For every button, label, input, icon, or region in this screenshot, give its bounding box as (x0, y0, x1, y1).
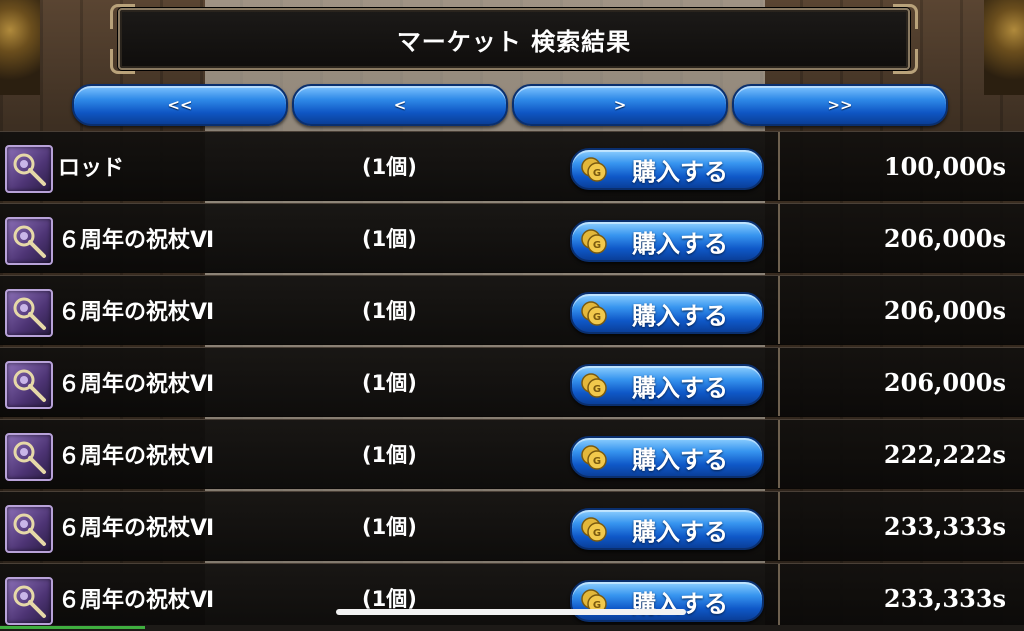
item-price: 206,000s (883, 223, 1006, 253)
list-item: ６周年の祝杖Ⅵ (1個) G 購入する 233,333s (0, 491, 1024, 561)
staff-icon[interactable] (5, 361, 53, 409)
right-ornament (984, 0, 1024, 95)
coin-icon: G (580, 515, 608, 543)
svg-text:G: G (593, 528, 601, 539)
buy-button[interactable]: G 購入する (570, 364, 764, 406)
left-ornament (0, 0, 40, 95)
item-name: ６周年の祝杖Ⅵ (58, 444, 215, 469)
item-quantity: (1個) (362, 371, 417, 395)
item-cell: ６周年の祝杖Ⅵ (1個) G 購入する (0, 204, 779, 272)
item-name: ６周年の祝杖Ⅵ (58, 588, 215, 613)
staff-icon[interactable] (5, 289, 53, 337)
buy-button-label: 購入する (632, 445, 728, 474)
staff-icon[interactable] (5, 217, 53, 265)
coin-icon: G (580, 443, 608, 471)
svg-text:G: G (593, 312, 601, 323)
item-quantity: (1個) (362, 515, 417, 539)
staff-icon[interactable] (5, 433, 53, 481)
price-cell: 233,333s (778, 564, 1024, 631)
coin-icon: G (580, 155, 608, 183)
buy-button[interactable]: G 購入する (570, 220, 764, 262)
item-cell: ６周年の祝杖Ⅵ (1個) G 購入する (0, 276, 779, 344)
item-name: ６周年の祝杖Ⅵ (58, 516, 215, 541)
item-name: ６周年の祝杖Ⅵ (58, 372, 215, 397)
market-results-list: ロッド (1個) G 購入する 100,000s ６周年の祝杖Ⅵ (1個) G … (0, 131, 1024, 631)
item-quantity: (1個) (362, 227, 417, 251)
price-cell: 206,000s (778, 348, 1024, 416)
price-cell: 100,000s (778, 132, 1024, 200)
buy-button-label: 購入する (632, 373, 728, 402)
corner-ornament (110, 49, 135, 74)
list-item: ロッド (1個) G 購入する 100,000s (0, 131, 1024, 201)
item-quantity: (1個) (362, 155, 417, 179)
buy-button[interactable]: G 購入する (570, 292, 764, 334)
item-name: ロッド (58, 156, 125, 181)
title-bar: マーケット 検索結果 (110, 4, 918, 74)
page-title: マーケット 検索結果 (396, 27, 632, 56)
first-page-button[interactable]: << (72, 84, 288, 126)
bottom-bar (0, 625, 1024, 631)
staff-icon[interactable] (5, 505, 53, 553)
item-price: 233,333s (883, 583, 1006, 613)
svg-text:G: G (593, 240, 601, 251)
svg-text:G: G (593, 168, 601, 179)
list-item: ６周年の祝杖Ⅵ (1個) G 購入する 206,000s (0, 275, 1024, 345)
list-item: ６周年の祝杖Ⅵ (1個) G 購入する 206,000s (0, 203, 1024, 273)
item-price: 233,333s (883, 511, 1006, 541)
staff-icon[interactable] (5, 577, 53, 625)
staff-icon[interactable] (5, 145, 53, 193)
list-item: ６周年の祝杖Ⅵ (1個) G 購入する 206,000s (0, 347, 1024, 417)
buy-button[interactable]: G 購入する (570, 580, 764, 622)
progress-strip (0, 626, 145, 629)
item-price: 206,000s (883, 295, 1006, 325)
item-price: 206,000s (883, 367, 1006, 397)
list-item: ６周年の祝杖Ⅵ (1個) G 購入する 233,333s (0, 563, 1024, 631)
price-cell: 206,000s (778, 276, 1024, 344)
buy-button[interactable]: G 購入する (570, 508, 764, 550)
item-quantity: (1個) (362, 443, 417, 467)
price-cell: 233,333s (778, 492, 1024, 560)
corner-ornament (893, 49, 918, 74)
svg-text:G: G (593, 384, 601, 395)
buy-button-label: 購入する (632, 301, 728, 330)
list-item: ６周年の祝杖Ⅵ (1個) G 購入する 222,222s (0, 419, 1024, 489)
coin-icon: G (580, 227, 608, 255)
buy-button-label: 購入する (632, 229, 728, 258)
item-cell: ロッド (1個) G 購入する (0, 132, 779, 200)
home-indicator[interactable] (336, 609, 686, 615)
item-name: ６周年の祝杖Ⅵ (58, 300, 215, 325)
last-page-button[interactable]: >> (732, 84, 948, 126)
item-price: 100,000s (883, 151, 1006, 181)
item-quantity: (1個) (362, 299, 417, 323)
item-cell: ６周年の祝杖Ⅵ (1個) G 購入する (0, 348, 779, 416)
prev-page-button[interactable]: < (292, 84, 508, 126)
buy-button[interactable]: G 購入する (570, 148, 764, 190)
item-price: 222,222s (883, 439, 1006, 469)
coin-icon: G (580, 299, 608, 327)
price-cell: 222,222s (778, 420, 1024, 488)
corner-ornament (893, 4, 918, 29)
buy-button-label: 購入する (632, 517, 728, 546)
item-cell: ６周年の祝杖Ⅵ (1個) G 購入する (0, 564, 779, 631)
pagination: << < > >> (72, 84, 948, 126)
svg-text:G: G (593, 456, 601, 467)
corner-ornament (110, 4, 135, 29)
buy-button[interactable]: G 購入する (570, 436, 764, 478)
buy-button-label: 購入する (632, 157, 728, 186)
item-name: ６周年の祝杖Ⅵ (58, 228, 215, 253)
item-cell: ６周年の祝杖Ⅵ (1個) G 購入する (0, 420, 779, 488)
price-cell: 206,000s (778, 204, 1024, 272)
coin-icon: G (580, 371, 608, 399)
next-page-button[interactable]: > (512, 84, 728, 126)
item-cell: ６周年の祝杖Ⅵ (1個) G 購入する (0, 492, 779, 560)
